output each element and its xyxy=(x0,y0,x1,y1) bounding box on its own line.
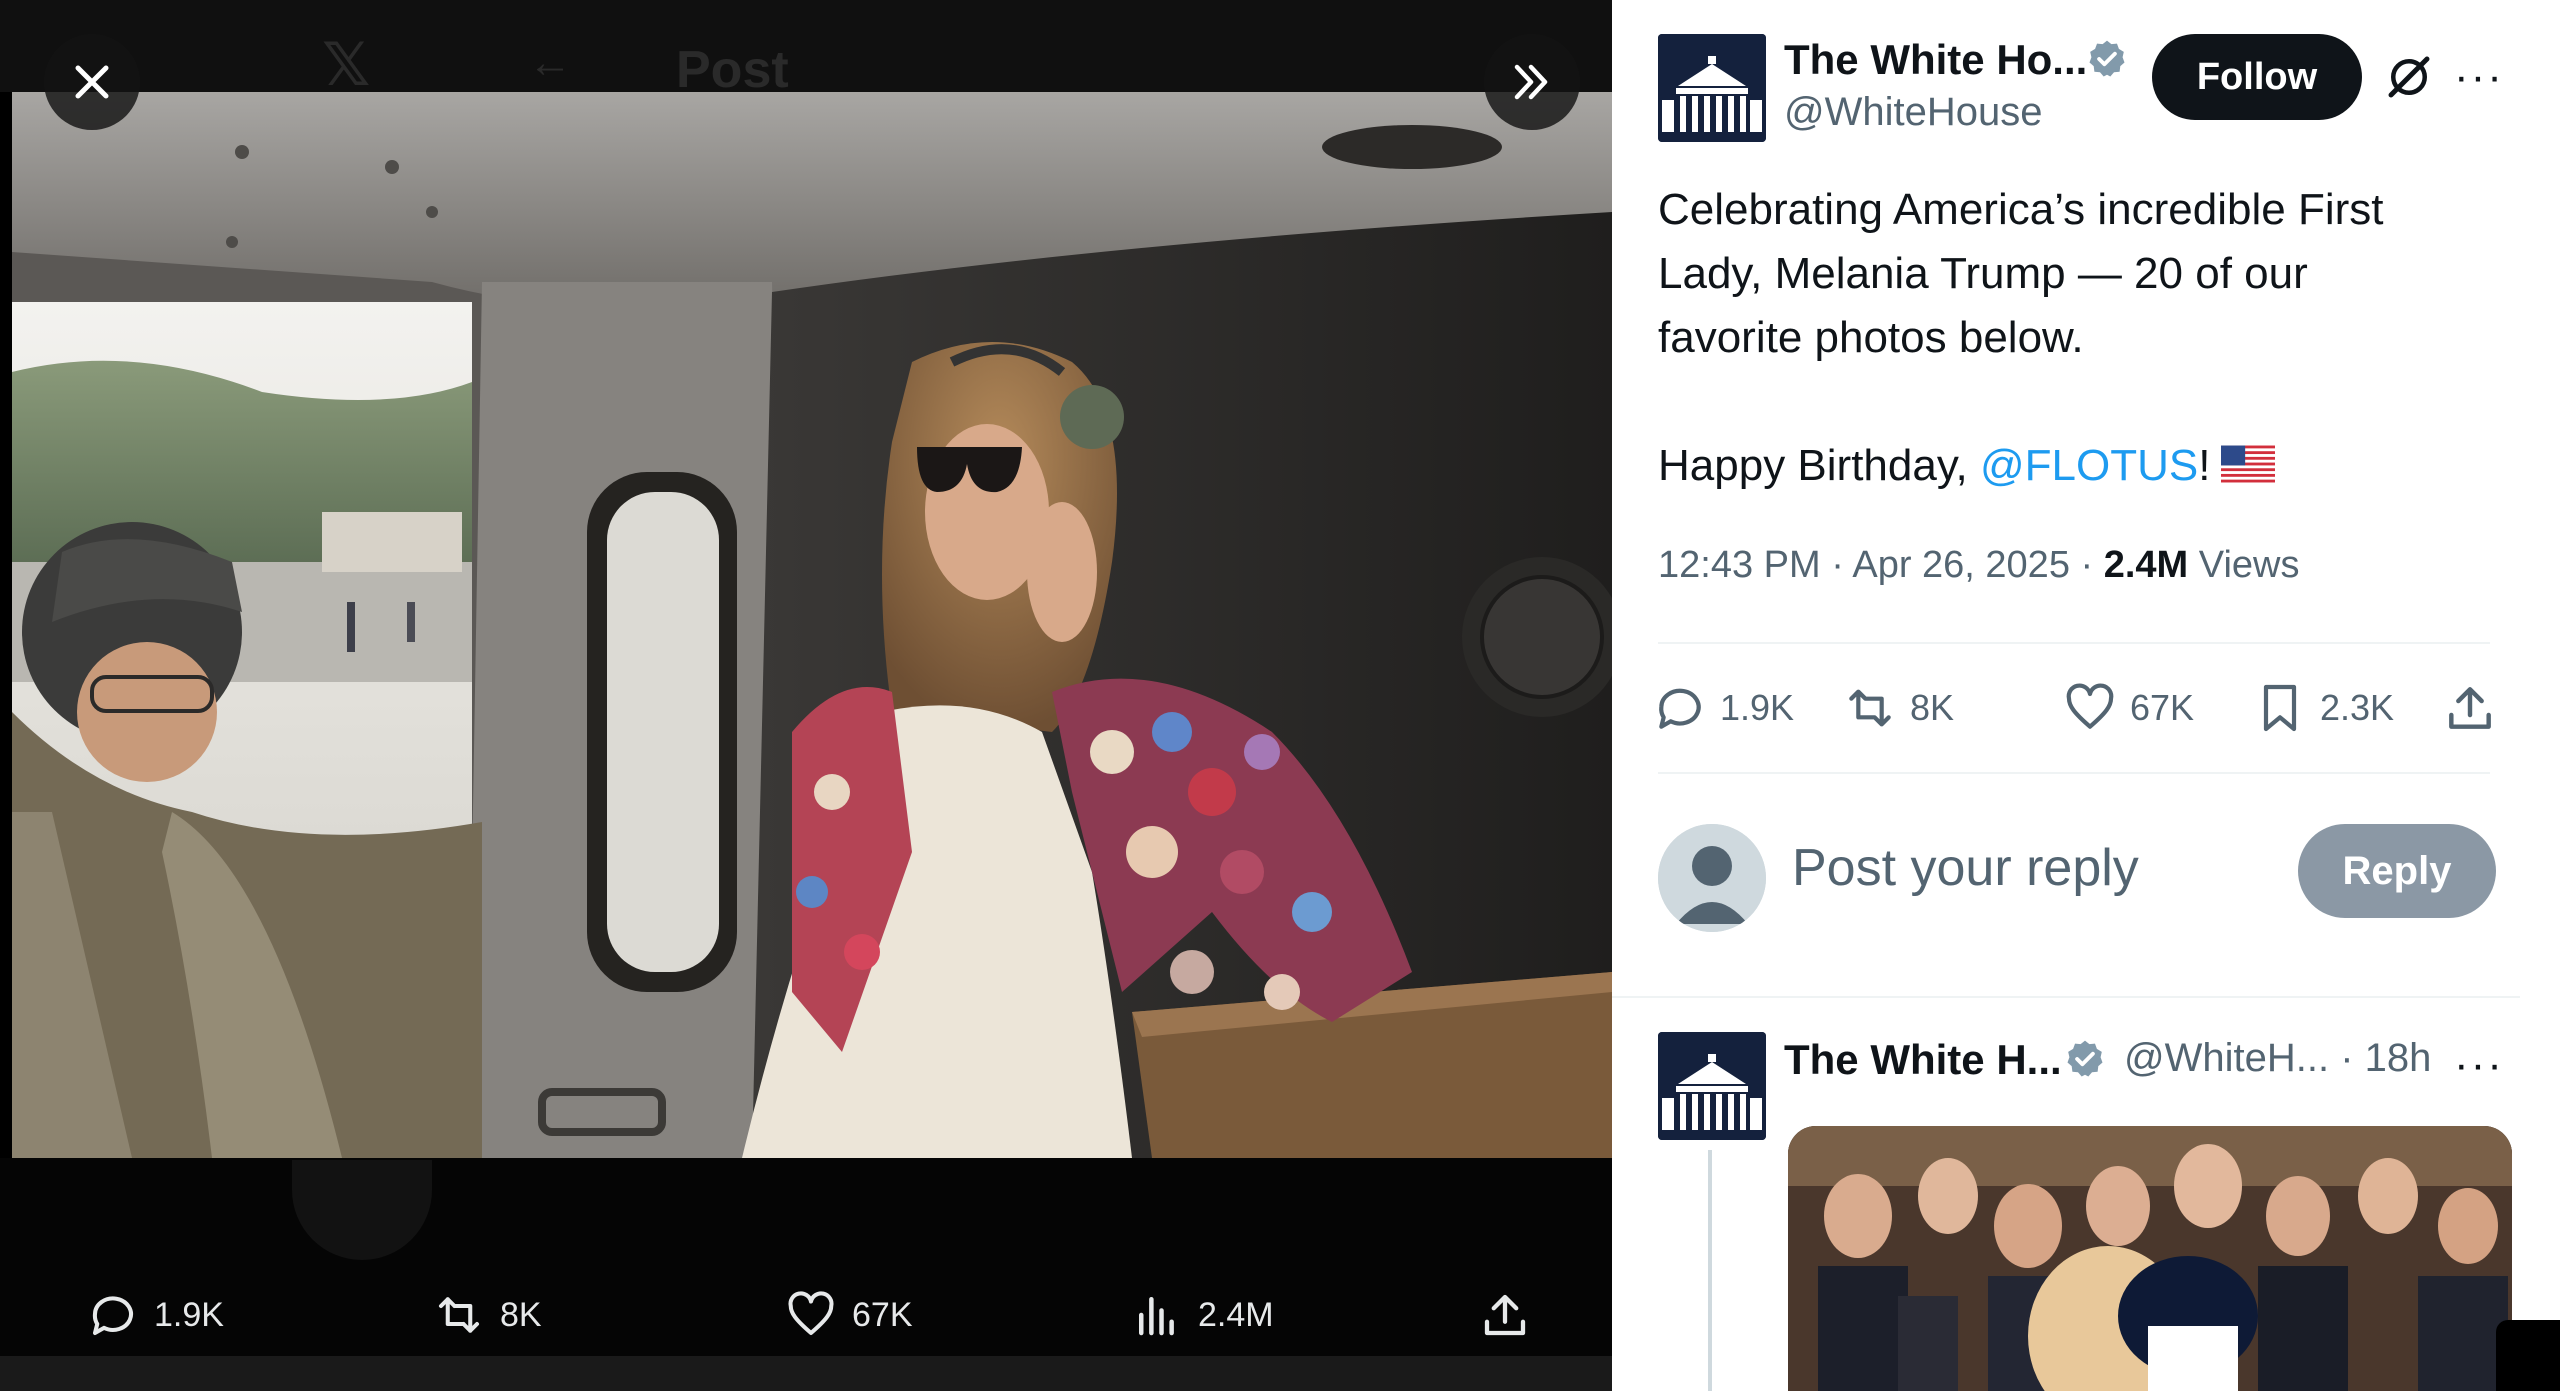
reply-time: 18h xyxy=(2364,1036,2432,1080)
current-user-avatar[interactable] xyxy=(1658,824,1766,932)
divider xyxy=(1658,772,2490,774)
more-dots-icon[interactable]: ··· xyxy=(2454,1040,2504,1090)
background-post-header: 𝕏 ← Post xyxy=(0,0,1612,99)
reply-handle-text: @WhiteH... xyxy=(2124,1036,2330,1080)
like-button[interactable]: 67K xyxy=(2062,680,2194,736)
bar-chart-icon xyxy=(1139,1297,1174,1336)
x-logo-icon: 𝕏 xyxy=(322,31,371,98)
post-time[interactable]: 12:43 PM xyxy=(1658,544,1821,586)
repost-count: 8K xyxy=(1910,687,1955,728)
double-chevron-right-icon xyxy=(1514,64,1548,100)
reply-post-photo[interactable] xyxy=(1788,1126,2512,1391)
post-detail-panel: The White Ho... @WhiteHouse Follow ··· C… xyxy=(1612,0,2520,1391)
follow-button[interactable]: Follow xyxy=(2152,34,2362,120)
post-date[interactable]: Apr 26, 2025 xyxy=(1852,544,2070,586)
share-upload-icon xyxy=(1484,1294,1526,1336)
post-text: Celebrating America’s incredible First L… xyxy=(1658,178,2478,498)
bookmark-count: 2.3K xyxy=(2320,687,2395,728)
post-action-bar: 1.9K 8K 67K 2.3K xyxy=(1652,670,2492,750)
media-repost-count: 8K xyxy=(500,1295,542,1334)
speech-bubble-icon xyxy=(92,1296,134,1336)
section-divider xyxy=(1612,996,2520,998)
birthday-line: Happy Birthday, @FLOTUS! xyxy=(1658,434,2478,498)
heart-icon xyxy=(788,1291,834,1336)
share-upload-icon xyxy=(2449,687,2491,729)
speech-bubble-icon xyxy=(1659,688,1701,729)
reply-input[interactable]: Post your reply xyxy=(1792,838,2139,898)
reply-author-handle[interactable]: @WhiteH... · 18h xyxy=(2124,1036,2431,1081)
flotus-mention-link[interactable]: @FLOTUS xyxy=(1980,441,2198,490)
heart-icon xyxy=(2066,683,2114,729)
verified-badge-icon xyxy=(2067,1040,2103,1077)
bookmark-button[interactable]: 2.3K xyxy=(2252,680,2394,736)
birthday-prefix: Happy Birthday, xyxy=(1658,441,1981,490)
post-text-line: Celebrating America’s incredible First xyxy=(1658,185,2384,234)
post-text-line: Lady, Melania Trump — 20 of our xyxy=(1658,249,2308,298)
media-repost-button[interactable]: 8K xyxy=(432,1288,542,1342)
post-views-count: 2.4M xyxy=(2103,544,2189,586)
repost-arrows-icon xyxy=(1849,689,1891,727)
verified-badge-icon xyxy=(2089,40,2125,77)
panel-right-edge xyxy=(2520,0,2560,1391)
media-reply-count: 1.9K xyxy=(154,1295,224,1334)
media-pane: 𝕏 ← Post 1.9K 8K 67K 2.4M xyxy=(0,0,1612,1391)
reply-author-avatar[interactable] xyxy=(1658,1032,1766,1140)
post-media-viewer: 𝕏 ← Post 1.9K 8K 67K 2.4M The White Ho..… xyxy=(0,0,2560,1391)
helicopter-cabin-photo xyxy=(12,92,1612,1158)
thread-connector-line xyxy=(1708,1150,1712,1391)
repost-arrows-icon xyxy=(438,1297,480,1333)
post-photo[interactable] xyxy=(12,92,1612,1158)
birthday-suffix: ! xyxy=(2198,441,2211,490)
us-flag-icon xyxy=(2220,445,2275,483)
share-button[interactable] xyxy=(2442,680,2498,736)
white-house-logo-icon xyxy=(1658,34,1766,142)
close-icon xyxy=(75,65,109,99)
post-metadata: 12:43 PM · Apr 26, 2025 · 2.4M Views xyxy=(1658,544,2300,586)
media-bottom-strip xyxy=(0,1356,1612,1391)
background-header-title: Post xyxy=(676,41,789,99)
media-views-button[interactable]: 2.4M xyxy=(1130,1288,1274,1342)
media-like-count: 67K xyxy=(852,1295,913,1334)
grok-icon[interactable] xyxy=(2382,50,2436,104)
repost-button[interactable]: 8K xyxy=(1842,680,1954,736)
background-avatar xyxy=(292,1160,432,1260)
media-views-count: 2.4M xyxy=(1198,1295,1274,1334)
white-house-logo-icon xyxy=(1658,1032,1766,1140)
back-arrow-icon: ← xyxy=(528,38,572,87)
author-avatar[interactable] xyxy=(1658,34,1766,142)
close-button[interactable] xyxy=(44,34,140,130)
media-action-bar: 1.9K 8K 67K 2.4M xyxy=(0,1268,1612,1358)
divider xyxy=(1658,642,2490,644)
media-share-button[interactable] xyxy=(1478,1288,1532,1342)
default-avatar-icon xyxy=(1658,824,1766,932)
post-views-label: Views xyxy=(2198,544,2300,586)
author-name[interactable]: The White Ho... xyxy=(1784,36,2087,84)
media-like-button[interactable]: 67K xyxy=(784,1288,913,1342)
reply-count: 1.9K xyxy=(1720,687,1795,728)
window-corner xyxy=(2496,1320,2560,1391)
author-handle[interactable]: @WhiteHouse xyxy=(1784,90,2042,135)
crowd-photo xyxy=(1788,1126,2512,1391)
reply-button[interactable]: 1.9K xyxy=(1652,680,1794,736)
media-reply-button[interactable]: 1.9K xyxy=(86,1288,224,1342)
expand-button[interactable] xyxy=(1484,34,1580,130)
reply-submit-button[interactable]: Reply xyxy=(2298,824,2496,918)
post-text-line: favorite photos below. xyxy=(1658,313,2084,362)
more-dots-icon[interactable]: ··· xyxy=(2454,52,2504,102)
like-count: 67K xyxy=(2130,687,2195,728)
reply-author-name[interactable]: The White H... xyxy=(1784,1036,2062,1084)
bookmark-icon xyxy=(2263,684,2297,732)
